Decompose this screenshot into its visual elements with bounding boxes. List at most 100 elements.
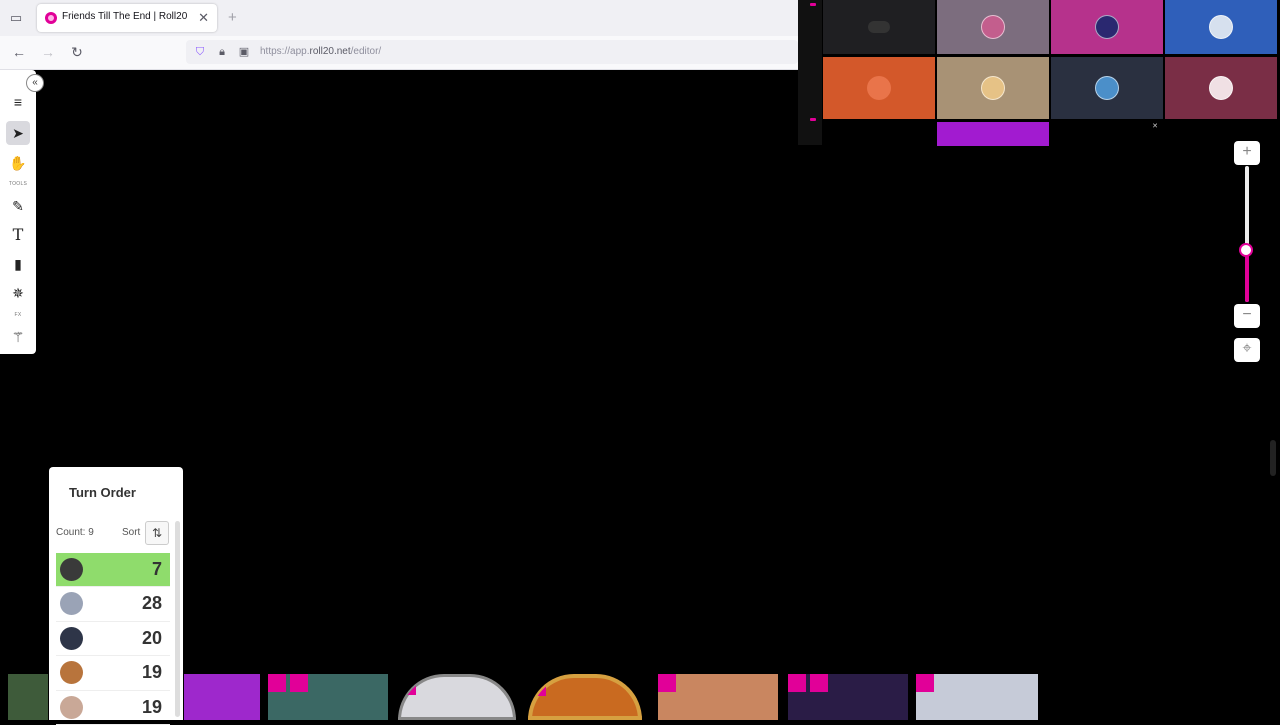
close-icon[interactable]: ✕ — [1152, 122, 1158, 130]
url-domain: roll20.net — [309, 46, 351, 57]
token-marker — [532, 678, 546, 696]
video-tile[interactable] — [937, 57, 1049, 119]
avatar — [981, 76, 1005, 100]
roll20-favicon-icon — [45, 12, 57, 24]
initiative-value: 20 — [141, 627, 162, 648]
video-tile[interactable] — [1051, 0, 1163, 54]
avatar — [981, 15, 1005, 39]
token-avatar — [60, 626, 83, 650]
initiative-value: 19 — [141, 662, 162, 683]
count-value: 9 — [88, 527, 94, 538]
sort-icon[interactable]: ⇅ — [145, 521, 169, 545]
url-prefix: https://app. — [260, 46, 310, 57]
zoom-slider[interactable] — [1245, 166, 1249, 302]
sidebar-toggle-handle[interactable] — [1270, 440, 1276, 476]
turn-order-panel: Turn Order Count: 9 Sort ⇅ 7 28 20 19 19 — [49, 467, 183, 725]
map-token[interactable] — [916, 674, 1038, 720]
navigation-bar: ← → ↻ ⛉ 🔒︎ ▣ https://app.roll20.net/edit… — [0, 36, 798, 70]
turn-order-row[interactable]: 19 — [56, 656, 170, 691]
pan-hand-icon[interactable]: ✋ — [6, 151, 30, 175]
map-token[interactable] — [268, 674, 388, 720]
collapse-toolbar-icon[interactable]: « — [26, 74, 44, 92]
initiative-value: 19 — [141, 696, 162, 717]
ruler-icon[interactable]: ▮ — [6, 252, 30, 276]
map-token[interactable] — [398, 674, 516, 720]
fx-label: FX — [14, 312, 22, 318]
tools-label: TOOLS — [8, 181, 28, 187]
forward-icon[interactable]: → — [39, 43, 57, 61]
count-label: Count: — [56, 527, 86, 538]
map-token[interactable] — [788, 674, 908, 720]
sort-label: Sort — [122, 527, 141, 538]
zoom-reset-button[interactable]: ⌖ — [1234, 338, 1260, 362]
tab-list-icon[interactable]: ▭ — [8, 10, 24, 26]
zoom-slider-fill — [1245, 250, 1249, 302]
zoom-in-button[interactable]: + — [1234, 141, 1260, 165]
token-avatar — [60, 695, 83, 719]
dice-icon[interactable]: ✵ — [6, 281, 30, 305]
token-marker — [788, 674, 806, 692]
select-icon[interactable]: ➤ — [6, 121, 30, 145]
shield-icon[interactable]: ⛉ — [193, 45, 207, 59]
magic-wand-icon[interactable]: ⚚ — [6, 325, 30, 349]
token-marker — [268, 674, 286, 692]
text-icon[interactable]: T — [6, 223, 30, 247]
video-name-pill — [867, 21, 891, 33]
video-tile[interactable] — [823, 57, 935, 119]
token-avatar — [60, 592, 83, 616]
turn-order-row[interactable]: 7 — [56, 553, 170, 588]
video-tile[interactable] — [937, 0, 1049, 54]
token-marker — [401, 677, 416, 695]
map-token[interactable] — [8, 674, 48, 720]
avatar — [1209, 76, 1233, 100]
connection-notice: ✕ — [1052, 122, 1164, 146]
avatar — [1209, 15, 1233, 39]
video-tile[interactable] — [1165, 57, 1277, 119]
map-token[interactable] — [528, 674, 642, 720]
video-tile[interactable] — [937, 122, 1049, 146]
initiative-value: 28 — [141, 593, 162, 614]
turn-order-row[interactable]: 28 — [56, 587, 170, 622]
avatar — [1095, 15, 1119, 39]
turn-count: Count: 9 — [56, 527, 94, 538]
tab-roll20[interactable]: Friends Till The End | Roll20 ✕ — [37, 4, 217, 32]
lock-icon[interactable]: 🔒︎ — [215, 45, 229, 59]
page-icon[interactable]: ▣ — [237, 45, 251, 59]
tab-close-icon[interactable]: ✕ — [198, 10, 209, 26]
video-side-strip — [798, 0, 822, 145]
video-tile[interactable] — [1165, 0, 1277, 54]
back-icon[interactable]: ← — [10, 43, 28, 61]
token-marker — [916, 674, 934, 692]
draw-brush-icon[interactable]: ✎ — [6, 194, 30, 218]
token-avatar — [60, 661, 83, 685]
editor-toolbar: ≡ ➤ ✋ TOOLS ✎ T ▮ ✵ FX ⚚ — [0, 70, 36, 354]
token-marker — [658, 674, 676, 692]
tab-bar: ▭ Friends Till The End | Roll20 ✕ + — [0, 0, 798, 36]
tab-title: Friends Till The End | Roll20 — [62, 11, 188, 22]
initiative-value: 7 — [151, 559, 162, 579]
turn-order-scrollbar[interactable] — [175, 521, 180, 717]
video-tile[interactable] — [823, 0, 935, 54]
zoom-out-button[interactable]: − — [1234, 304, 1260, 328]
url-text[interactable]: https://app.roll20.net/editor/ — [260, 46, 381, 57]
browser-window: ▭ Friends Till The End | Roll20 ✕ + ← → … — [0, 0, 798, 70]
token-marker — [290, 674, 308, 692]
zoom-slider-thumb[interactable] — [1239, 243, 1253, 257]
url-path: /editor/ — [350, 46, 382, 57]
token-avatar — [60, 558, 83, 581]
menu-icon[interactable]: ≡ — [6, 90, 30, 114]
reload-icon[interactable]: ↻ — [68, 43, 86, 61]
new-tab-button[interactable]: + — [228, 9, 237, 26]
avatar — [1095, 76, 1119, 100]
indicator-icon — [810, 118, 816, 121]
indicator-icon — [810, 3, 816, 6]
turn-order-row[interactable]: 20 — [56, 622, 170, 657]
map-token[interactable] — [658, 674, 778, 720]
url-bar[interactable]: ⛉ 🔒︎ ▣ https://app.roll20.net/editor/ — [186, 40, 798, 64]
avatar — [867, 76, 891, 100]
turn-order-title: Turn Order — [69, 485, 136, 500]
token-marker — [810, 674, 828, 692]
video-tile[interactable] — [1051, 57, 1163, 119]
map-token[interactable] — [184, 674, 260, 720]
turn-order-list: 7 28 20 19 19 — [56, 553, 170, 725]
